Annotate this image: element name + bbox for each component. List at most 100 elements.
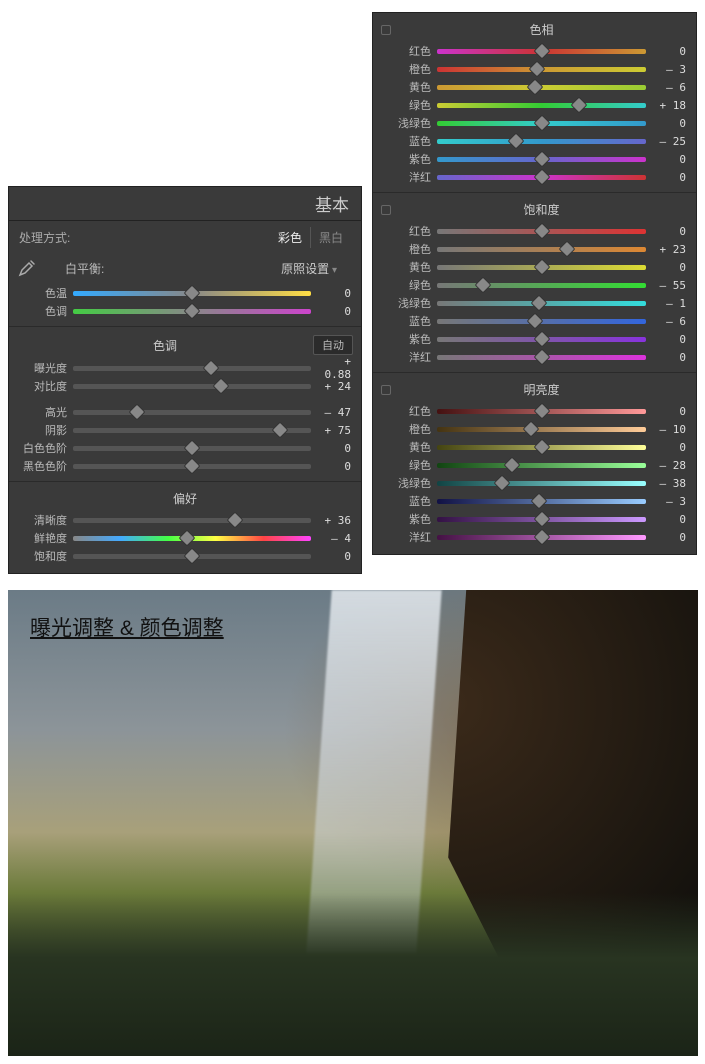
slider-track[interactable] (437, 103, 646, 108)
slider-knob-icon[interactable] (184, 439, 201, 456)
slider-track[interactable] (73, 464, 311, 469)
slider-value[interactable]: + 75 (311, 424, 351, 437)
slider-value[interactable]: 0 (311, 287, 351, 300)
slider-track[interactable] (437, 67, 646, 72)
slider-value[interactable]: – 4 (311, 532, 351, 545)
slider-track[interactable] (73, 291, 311, 296)
slider-value[interactable]: – 3 (646, 63, 686, 76)
slider-value[interactable]: + 23 (646, 243, 686, 256)
slider-track[interactable] (437, 175, 646, 180)
slider-track[interactable] (437, 229, 646, 234)
slider-knob-icon[interactable] (184, 547, 201, 564)
slider-value[interactable]: 0 (646, 225, 686, 238)
slider-track[interactable] (437, 139, 646, 144)
slider-knob-icon[interactable] (493, 474, 510, 491)
slider-track[interactable] (437, 319, 646, 324)
slider-track[interactable] (437, 337, 646, 342)
eyedropper-icon[interactable] (17, 258, 37, 278)
slider-value[interactable]: 0 (646, 117, 686, 130)
slider-track[interactable] (437, 85, 646, 90)
slider-knob-icon[interactable] (533, 42, 550, 59)
slider-knob-icon[interactable] (533, 258, 550, 275)
slider-value[interactable]: – 25 (646, 135, 686, 148)
slider-value[interactable]: + 0.88 (311, 355, 351, 381)
slider-value[interactable]: 0 (646, 153, 686, 166)
slider-knob-icon[interactable] (533, 222, 550, 239)
slider-value[interactable]: 0 (646, 441, 686, 454)
slider-knob-icon[interactable] (531, 294, 548, 311)
slider-track[interactable] (73, 554, 311, 559)
slider-knob-icon[interactable] (504, 456, 521, 473)
treatment-bw[interactable]: 黑白 (310, 227, 351, 248)
slider-value[interactable]: 0 (646, 333, 686, 346)
slider-value[interactable]: – 28 (646, 459, 686, 472)
slider-value[interactable]: – 10 (646, 423, 686, 436)
slider-value[interactable]: – 6 (646, 315, 686, 328)
slider-track[interactable] (437, 283, 646, 288)
slider-value[interactable]: + 24 (311, 380, 351, 393)
slider-value[interactable]: 0 (646, 513, 686, 526)
slider-track[interactable] (437, 301, 646, 306)
slider-knob-icon[interactable] (523, 420, 540, 437)
slider-track[interactable] (437, 499, 646, 504)
slider-value[interactable]: – 6 (646, 81, 686, 94)
slider-track[interactable] (73, 384, 311, 389)
slider-knob-icon[interactable] (533, 168, 550, 185)
slider-value[interactable]: – 1 (646, 297, 686, 310)
slider-track[interactable] (73, 410, 311, 415)
slider-track[interactable] (73, 366, 311, 371)
slider-knob-icon[interactable] (533, 510, 550, 527)
slider-value[interactable]: – 38 (646, 477, 686, 490)
slider-value[interactable]: + 18 (646, 99, 686, 112)
slider-track[interactable] (437, 355, 646, 360)
slider-knob-icon[interactable] (527, 312, 544, 329)
slider-value[interactable]: 0 (311, 305, 351, 318)
slider-knob-icon[interactable] (184, 302, 201, 319)
slider-knob-icon[interactable] (184, 457, 201, 474)
slider-value[interactable]: 0 (311, 550, 351, 563)
slider-track[interactable] (437, 445, 646, 450)
slider-value[interactable]: – 55 (646, 279, 686, 292)
slider-track[interactable] (437, 49, 646, 54)
sat-toggle-icon[interactable] (381, 205, 391, 215)
slider-value[interactable]: 0 (646, 171, 686, 184)
slider-knob-icon[interactable] (226, 511, 243, 528)
slider-knob-icon[interactable] (533, 330, 550, 347)
slider-track[interactable] (73, 536, 311, 541)
auto-button[interactable]: 自动 (313, 335, 353, 355)
slider-track[interactable] (73, 428, 311, 433)
slider-knob-icon[interactable] (272, 421, 289, 438)
slider-knob-icon[interactable] (212, 377, 229, 394)
slider-track[interactable] (437, 265, 646, 270)
slider-knob-icon[interactable] (533, 438, 550, 455)
slider-track[interactable] (437, 463, 646, 468)
slider-track[interactable] (437, 247, 646, 252)
treatment-color[interactable]: 彩色 (270, 227, 310, 248)
slider-track[interactable] (437, 517, 646, 522)
slider-knob-icon[interactable] (529, 60, 546, 77)
slider-value[interactable]: 0 (646, 405, 686, 418)
slider-knob-icon[interactable] (179, 529, 196, 546)
slider-knob-icon[interactable] (533, 114, 550, 131)
slider-value[interactable]: 0 (646, 531, 686, 544)
slider-value[interactable]: 0 (646, 45, 686, 58)
slider-track[interactable] (73, 446, 311, 451)
slider-value[interactable]: – 3 (646, 495, 686, 508)
slider-knob-icon[interactable] (533, 528, 550, 545)
slider-value[interactable]: 0 (646, 351, 686, 364)
slider-knob-icon[interactable] (533, 402, 550, 419)
slider-knob-icon[interactable] (533, 348, 550, 365)
slider-value[interactable]: 0 (311, 442, 351, 455)
slider-track[interactable] (437, 409, 646, 414)
hue-toggle-icon[interactable] (381, 25, 391, 35)
slider-knob-icon[interactable] (474, 276, 491, 293)
slider-track[interactable] (73, 309, 311, 314)
slider-track[interactable] (437, 121, 646, 126)
slider-value[interactable]: 0 (311, 460, 351, 473)
slider-track[interactable] (437, 481, 646, 486)
slider-knob-icon[interactable] (203, 359, 220, 376)
slider-knob-icon[interactable] (527, 78, 544, 95)
slider-value[interactable]: – 47 (311, 406, 351, 419)
slider-knob-icon[interactable] (508, 132, 525, 149)
slider-knob-icon[interactable] (184, 284, 201, 301)
